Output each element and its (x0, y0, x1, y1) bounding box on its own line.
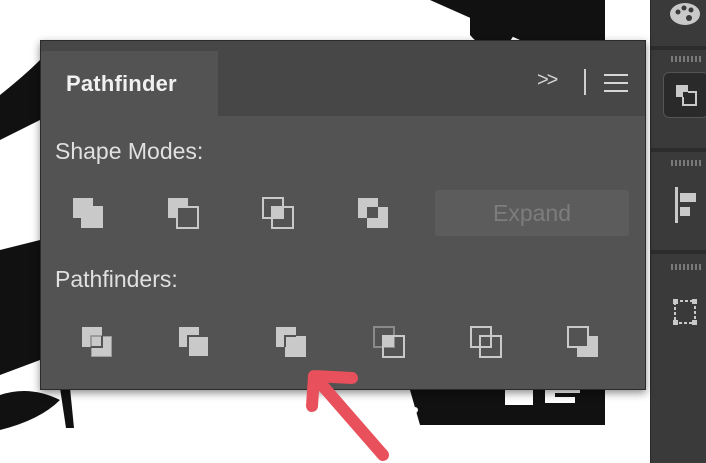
pathfinders-label: Pathfinders: (55, 266, 178, 292)
outline-icon[interactable] (466, 322, 506, 362)
dock-grip[interactable] (671, 160, 703, 166)
dock-separator (651, 46, 706, 50)
panel-title: Pathfinder (66, 70, 177, 96)
exclude-icon[interactable] (353, 193, 393, 233)
trim-icon[interactable] (174, 322, 214, 362)
merge-icon[interactable] (271, 322, 311, 362)
collapse-panel-icon[interactable]: >> (537, 69, 558, 92)
hamburger-menu-icon[interactable] (604, 74, 628, 92)
dock-grip[interactable] (671, 56, 703, 62)
pathfinder-dock-icon[interactable] (663, 72, 706, 118)
dock-separator (651, 148, 706, 152)
align-dock-icon[interactable] (663, 183, 706, 227)
dock-grip[interactable] (671, 264, 703, 270)
crop-icon[interactable] (369, 322, 409, 362)
dock-separator (651, 250, 706, 254)
transform-dock-icon[interactable] (663, 290, 706, 334)
palette-icon[interactable] (663, 0, 706, 36)
divide-icon[interactable] (77, 322, 117, 362)
header-divider (584, 69, 586, 95)
unite-icon[interactable] (68, 193, 108, 233)
right-panel-dock (650, 0, 706, 463)
intersect-icon[interactable] (258, 193, 298, 233)
pathfinder-panel: Pathfinder >> Shape Modes: Expand Pathfi… (40, 40, 646, 390)
expand-button[interactable]: Expand (435, 190, 629, 236)
tab-pathfinder[interactable]: Pathfinder (41, 51, 218, 116)
minus-front-icon[interactable] (163, 193, 203, 233)
minus-back-icon[interactable] (563, 322, 603, 362)
shape-modes-label: Shape Modes: (55, 138, 204, 164)
